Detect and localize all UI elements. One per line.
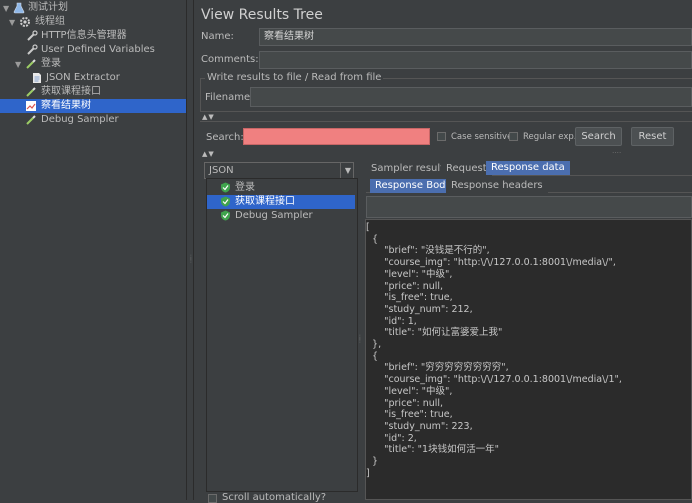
name-label: Name:: [201, 31, 234, 42]
list-item-label: 获取课程接口: [235, 196, 295, 207]
pipette-icon: [26, 59, 36, 69]
case-sensitive-checkbox[interactable]: [437, 132, 446, 141]
tree-item-json-extractor[interactable]: JSON Extractor: [46, 71, 120, 85]
reset-button[interactable]: Reset: [631, 127, 674, 146]
pipette-icon: [26, 87, 36, 97]
tree-item-get-course[interactable]: 获取课程接口: [41, 85, 101, 99]
response-json: [ { "brief": "没钱是不行的", "course_img": "ht…: [366, 222, 622, 479]
expand-collapse-arrows[interactable]: ▲▼: [202, 150, 215, 158]
tree-item-debug-sampler[interactable]: Debug Sampler: [41, 113, 119, 127]
chart-icon: [26, 101, 36, 111]
search-input[interactable]: [243, 128, 430, 145]
comments-field[interactable]: [259, 51, 692, 69]
collapse-arrow-icon[interactable]: ▼: [9, 18, 15, 27]
renderer-select-value: JSON: [209, 165, 234, 176]
tab-response-headers[interactable]: Response headers: [446, 179, 548, 193]
tree-item-login[interactable]: 登录: [41, 57, 61, 71]
flask-icon: [13, 2, 25, 14]
gear-icon: [20, 17, 30, 27]
tab-request[interactable]: Request: [441, 162, 492, 176]
name-field[interactable]: 察看结果树: [259, 28, 692, 46]
filename-field[interactable]: [250, 87, 692, 107]
list-item-label: 登录: [235, 182, 255, 193]
collapse-arrow-icon[interactable]: ▼: [3, 4, 9, 13]
tree-item-http-header-manager[interactable]: HTTP信息头管理器: [41, 29, 127, 43]
list-item-label: Debug Sampler: [235, 210, 313, 221]
tree-item-view-results-tree[interactable]: 察看结果树: [41, 99, 91, 113]
sample-result-list: 登录 获取课程接口 Debug Sampler: [206, 178, 358, 492]
document-icon: [33, 73, 41, 83]
success-shield-icon: [221, 182, 230, 193]
wrench-icon: [27, 44, 38, 55]
tab-response-data[interactable]: Response data: [486, 161, 570, 175]
success-shield-icon: [221, 210, 230, 221]
tree-item-thread-group[interactable]: 线程组: [35, 15, 65, 29]
tree-item-test-plan[interactable]: 测试计划: [28, 1, 68, 15]
write-results-legend: Write results to file / Read from file: [205, 72, 384, 83]
renderer-select[interactable]: JSON: [204, 162, 354, 179]
response-body-text[interactable]: [ { "brief": "没钱是不行的", "course_img": "ht…: [365, 219, 692, 500]
page-title: View Results Tree: [201, 7, 323, 23]
tab-response-body[interactable]: Response Body: [370, 179, 457, 193]
list-item[interactable]: 获取课程接口: [207, 195, 355, 209]
tree-item-user-defined-variables[interactable]: User Defined Variables: [41, 43, 155, 57]
pipette-icon: [26, 115, 36, 125]
test-plan-tree: ▼ 测试计划 ▼ 线程组 HTTP信息头管理器 User Defined Var…: [0, 0, 187, 500]
expand-collapse-arrows[interactable]: ▲▼: [202, 113, 215, 121]
comments-label: Comments:: [201, 54, 259, 65]
regular-exp-checkbox[interactable]: [509, 132, 518, 141]
drag-grip: ‥‥: [612, 147, 622, 155]
list-item[interactable]: Debug Sampler: [207, 209, 355, 223]
list-item[interactable]: 登录: [207, 181, 355, 195]
response-search-bar[interactable]: [366, 196, 692, 218]
chevron-down-icon[interactable]: ▼: [340, 162, 355, 179]
regular-exp-label: Regular exp.: [523, 132, 577, 142]
filename-label: Filename: [205, 92, 251, 103]
case-sensitive-label: Case sensitive: [451, 132, 513, 142]
divider: [200, 121, 692, 122]
tab-sampler-result[interactable]: Sampler result: [366, 162, 450, 176]
scroll-automatically-checkbox[interactable]: [208, 494, 217, 503]
collapse-arrow-icon[interactable]: ▼: [15, 60, 21, 69]
scroll-automatically-label: Scroll automatically?: [222, 492, 327, 503]
splitter-handle[interactable]: ⋮ ⋮: [187, 0, 194, 500]
search-button[interactable]: Search: [575, 127, 622, 146]
search-label: Search:: [206, 132, 244, 143]
splitter-handle[interactable]: ⋮ ⋮: [357, 160, 363, 500]
success-shield-icon: [221, 196, 230, 207]
wrench-icon: [27, 30, 38, 41]
